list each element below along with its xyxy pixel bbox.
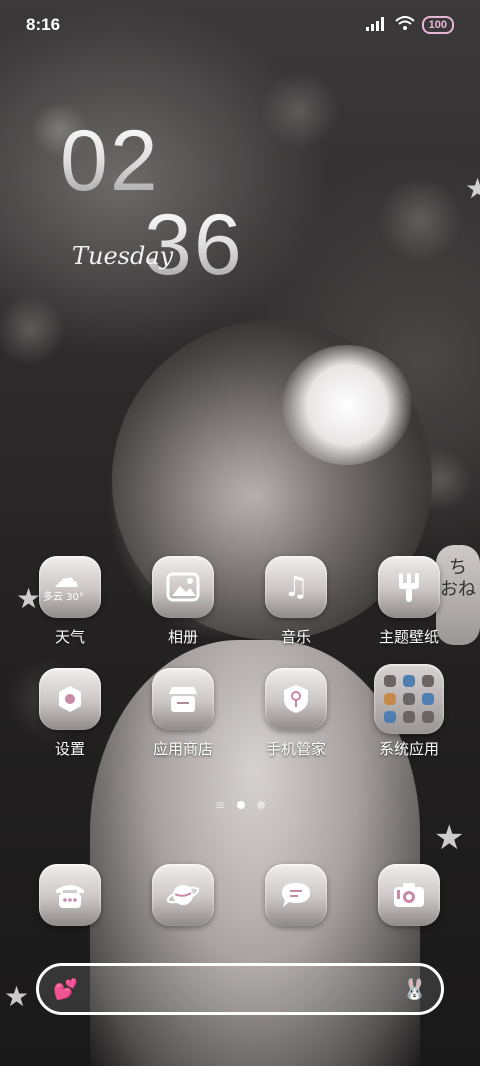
app-folder-system[interactable]: 系统应用 [353,664,465,759]
status-bar: 8:16 100 [0,0,480,50]
clock-widget[interactable]: 02 36 Tuesday [60,118,290,288]
app-label: 音乐 [280,628,311,646]
weather-icon[interactable]: ☁ 多云 30° [39,556,101,618]
dock-browser[interactable] [127,864,239,926]
phone-manager-icon[interactable] [265,668,327,730]
app-label: 系统应用 [378,740,439,758]
messages-icon[interactable] [265,864,327,926]
star-decoration: ★ [465,172,480,205]
app-label: 天气 [54,628,85,646]
app-weather[interactable]: ☁ 多云 30° 天气 [14,556,126,647]
app-label: 设置 [54,740,85,758]
folder-icon[interactable] [374,664,444,734]
camera-icon[interactable] [378,864,440,926]
app-store[interactable]: 应用商店 [127,668,239,759]
star-decoration: ★ [4,980,30,1013]
wallpaper-flower [282,345,412,465]
page-dot-active[interactable] [237,801,246,809]
battery-indicator: 100 [421,16,454,34]
app-label: 手机管家 [265,740,326,758]
bunny-icon[interactable]: 🐰 [402,977,427,1001]
wifi-icon [394,15,415,35]
dock-messages[interactable] [240,864,352,926]
music-icon[interactable]: ♫ [265,556,327,618]
phone-icon[interactable] [39,864,101,926]
star-decoration: ★ [434,818,465,858]
heart-icon[interactable]: 💕 [53,977,78,1001]
weather-text: 多云 30° [43,592,84,603]
page-dot[interactable] [257,801,266,809]
app-label: 主题壁纸 [378,628,439,646]
status-icons: 100 [365,15,454,35]
dock-phone[interactable] [14,864,126,926]
search-bar[interactable]: 💕 🐰 [36,963,444,1015]
signal-icon [365,16,388,35]
app-label: 应用商店 [152,740,213,758]
app-music[interactable]: ♫ 音乐 [240,556,352,647]
gallery-icon[interactable] [152,556,214,618]
app-label: 相册 [167,628,198,646]
page-indicator[interactable]: ≡ [0,798,480,812]
clock-hours: 02 [60,113,160,209]
status-time: 8:16 [26,15,61,34]
theme-icon[interactable] [378,556,440,618]
menu-lines-icon: ≡ [214,798,226,812]
app-theme[interactable]: 主题壁纸 [353,556,465,647]
app-gallery[interactable]: 相册 [127,556,239,647]
app-store-icon[interactable] [152,668,214,730]
settings-icon[interactable] [39,668,101,730]
clock-day: Tuesday [72,242,174,270]
dock-camera[interactable] [353,864,465,926]
app-settings[interactable]: 设置 [14,668,126,759]
app-phone-manager[interactable]: 手机管家 [240,668,352,759]
browser-icon[interactable] [152,864,214,926]
